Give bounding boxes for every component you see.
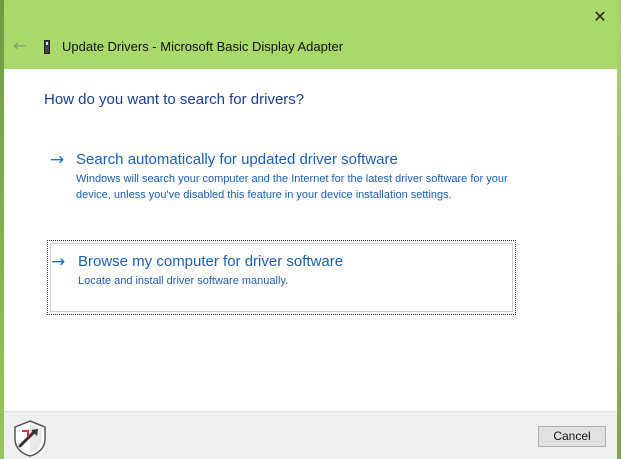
device-icon	[44, 40, 50, 54]
close-icon[interactable]: ✕	[589, 6, 611, 28]
window-title: Update Drivers - Microsoft Basic Display…	[62, 39, 344, 54]
update-drivers-window: ✕ ← Update Drivers - Microsoft Basic Dis…	[4, 0, 617, 459]
option-title[interactable]: Search automatically for updated driver …	[76, 150, 398, 170]
footer-bar: Cancel	[4, 411, 617, 459]
option-description: Locate and install driver software manua…	[78, 275, 289, 287]
search-automatically-option[interactable]: → Search automatically for updated drive…	[46, 150, 514, 220]
title-bar: ✕ ← Update Drivers - Microsoft Basic Dis…	[4, 0, 617, 69]
arrow-right-icon: →	[50, 150, 65, 170]
arrow-right-icon: →	[51, 252, 66, 272]
back-arrow-icon[interactable]: ←	[10, 36, 30, 56]
page-heading: How do you want to search for drivers?	[44, 91, 305, 108]
cancel-button[interactable]: Cancel	[538, 426, 606, 447]
option-title[interactable]: Browse my computer for driver software	[78, 252, 343, 272]
site-logo-icon	[14, 420, 46, 457]
browse-computer-option[interactable]: → Browse my computer for driver software…	[47, 240, 516, 315]
option-description: Windows will search your computer and th…	[76, 173, 508, 201]
